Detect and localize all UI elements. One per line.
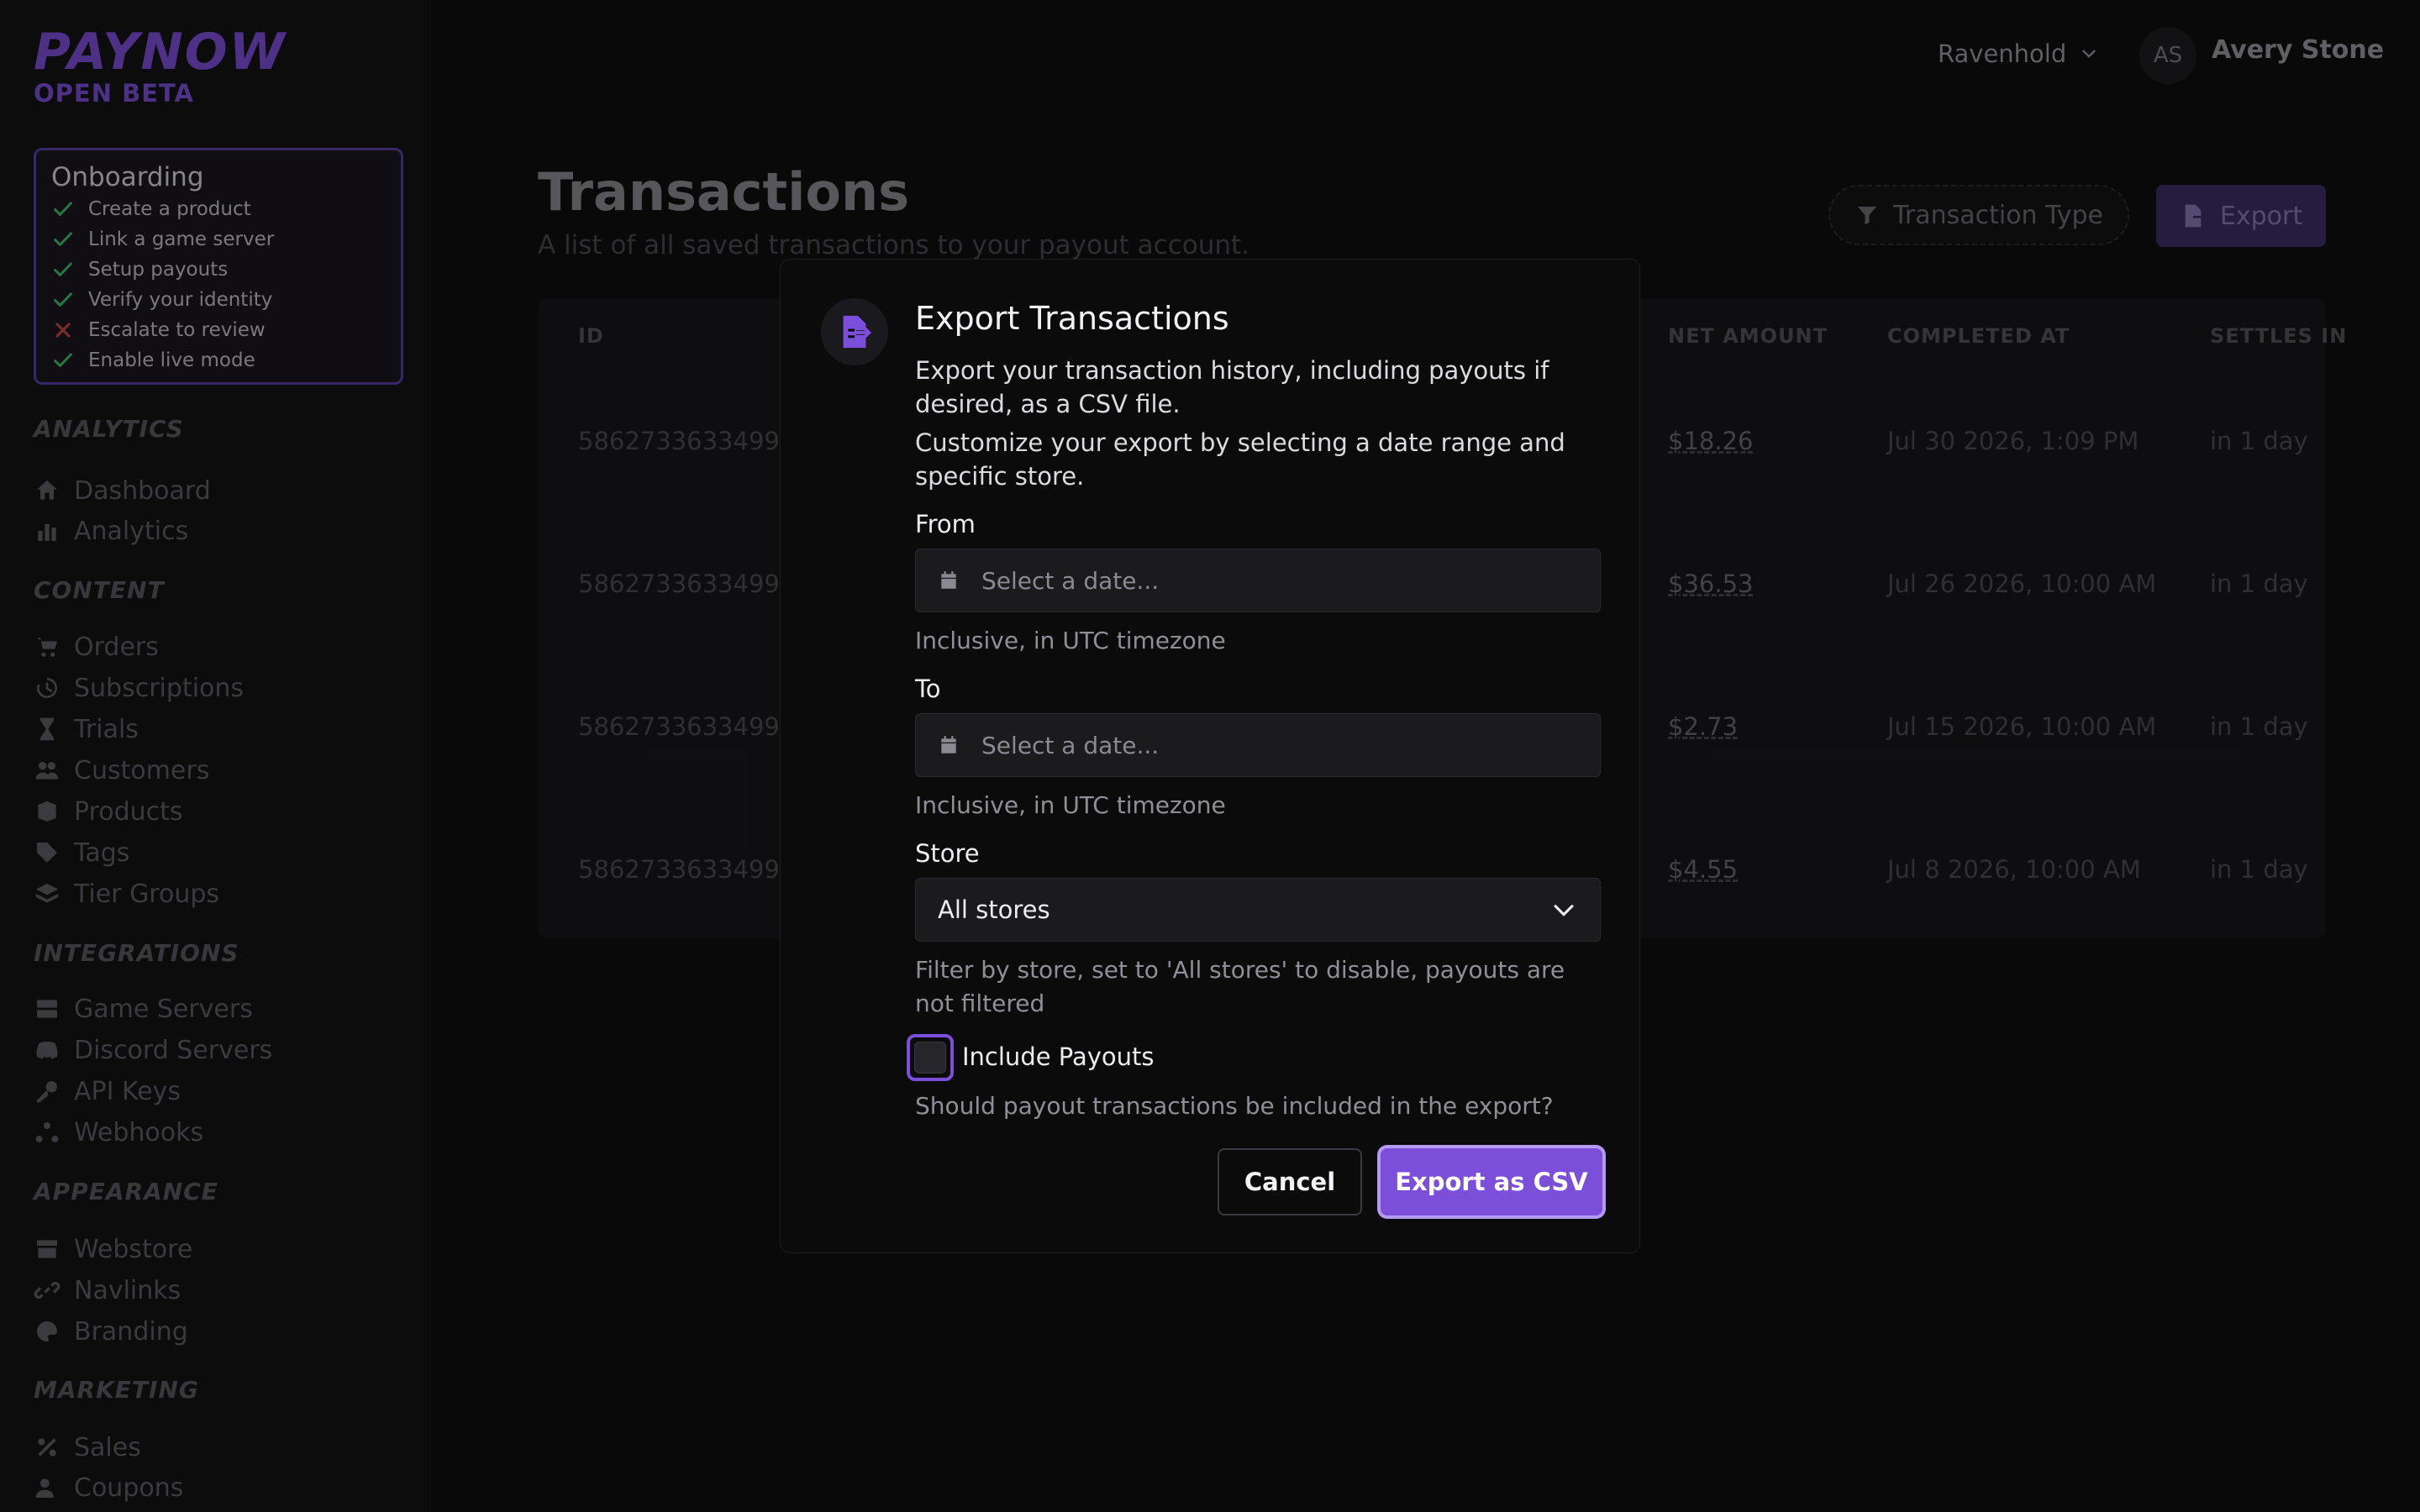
to-date-picker[interactable]: Select a date... bbox=[915, 713, 1601, 777]
export-csv-button[interactable]: Export as CSV bbox=[1377, 1145, 1606, 1219]
store-select-value: All stores bbox=[938, 895, 1050, 924]
from-label: From bbox=[915, 510, 976, 538]
include-payouts-checkbox[interactable] bbox=[907, 1034, 954, 1081]
chevron-down-icon bbox=[1554, 905, 1574, 916]
store-select[interactable]: All stores bbox=[915, 878, 1601, 942]
dialog-description: Export your transaction history, includi… bbox=[915, 356, 1549, 418]
store-hint: Filter by store, set to 'All stores' to … bbox=[915, 956, 1565, 1017]
to-date-placeholder: Select a date... bbox=[981, 731, 1160, 759]
include-payouts-hint: Should payout transactions be included i… bbox=[915, 1092, 1554, 1120]
store-label: Store bbox=[915, 839, 980, 868]
from-date-placeholder: Select a date... bbox=[981, 566, 1160, 595]
checkbox-box bbox=[914, 1042, 946, 1074]
from-date-hint: Inclusive, in UTC timezone bbox=[915, 627, 1226, 654]
cancel-button[interactable]: Cancel bbox=[1218, 1148, 1362, 1215]
calendar-icon bbox=[941, 571, 956, 589]
dialog-description-secondary: Customize your export by selecting a dat… bbox=[915, 428, 1565, 491]
dialog-title: Export Transactions bbox=[915, 300, 1229, 337]
export-transactions-dialog: Export Transactions Export your transact… bbox=[780, 259, 1640, 1253]
include-payouts-label[interactable]: Include Payouts bbox=[962, 1042, 1155, 1071]
to-label: To bbox=[915, 675, 941, 703]
calendar-icon bbox=[941, 736, 956, 753]
from-date-picker[interactable]: Select a date... bbox=[915, 549, 1601, 612]
to-date-hint: Inclusive, in UTC timezone bbox=[915, 791, 1226, 819]
file-export-icon bbox=[821, 298, 888, 365]
